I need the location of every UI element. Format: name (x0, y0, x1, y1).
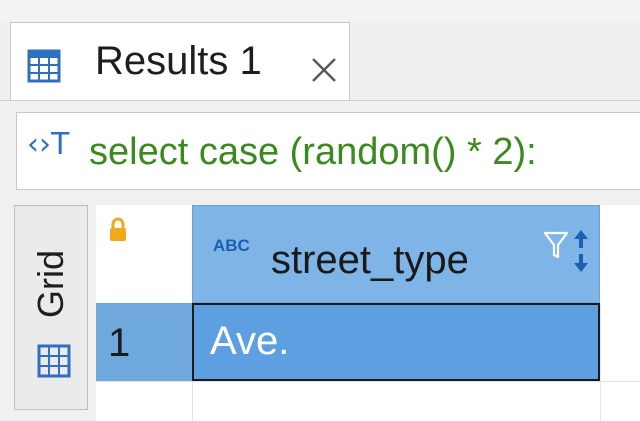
tab-label: Results 1 (95, 39, 262, 83)
results-tab-bar: Results 1 (0, 22, 640, 101)
grid-corner (96, 205, 192, 303)
tab-results-1[interactable]: Results 1 (10, 22, 350, 100)
column-divider-right (600, 303, 601, 421)
close-icon[interactable] (309, 55, 339, 85)
table-grid-icon (27, 49, 61, 83)
lock-icon (110, 217, 126, 241)
row-number-label: 1 (108, 321, 131, 365)
column-header-street-type[interactable]: ABC street_type (192, 205, 600, 303)
filter-icon[interactable] (543, 230, 569, 260)
grid-icon (37, 344, 71, 378)
grid-view-label: Grid (30, 249, 71, 319)
row-number[interactable]: 1 (96, 303, 192, 381)
column-header-label: street_type (271, 238, 469, 282)
column-divider (192, 381, 193, 421)
sql-text-icon: ‹›T (27, 127, 70, 162)
header-filler (600, 205, 640, 303)
row-divider (96, 381, 640, 382)
sort-icon[interactable] (571, 228, 591, 274)
query-text: select case (random() * 2): (89, 131, 537, 173)
results-grid: ABC street_type 1 Ave. (96, 205, 640, 421)
cell-street-type-row-1[interactable]: Ave. (192, 303, 600, 381)
top-strip (0, 0, 640, 23)
text-type-icon: ABC (213, 236, 250, 255)
cell-value: Ave. (210, 319, 290, 363)
query-text-bar[interactable]: ‹›T select case (random() * 2): (16, 112, 640, 190)
grid-view-tab[interactable]: Grid (14, 205, 88, 410)
